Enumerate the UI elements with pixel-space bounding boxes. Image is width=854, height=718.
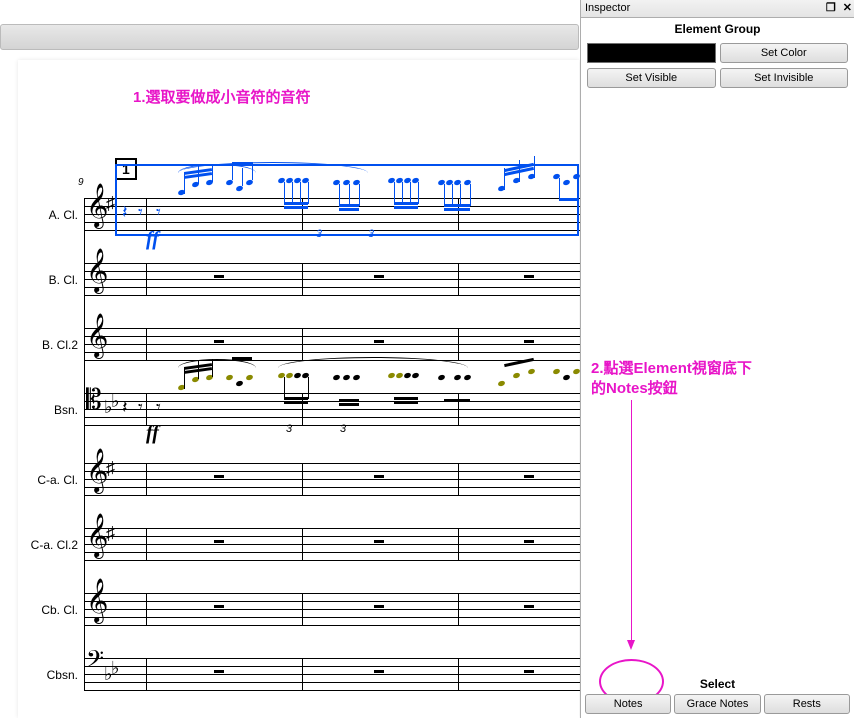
sharp-icon: ♯	[106, 523, 115, 544]
alto-clef-icon: 𝄡	[86, 387, 102, 415]
color-swatch[interactable]	[587, 43, 716, 63]
staff-cb-cl[interactable]: 𝄞	[84, 593, 597, 625]
grace-notes-button[interactable]: Grace Notes	[674, 694, 760, 714]
annotation-step2-line1: 2.點選Element視窗底下	[591, 357, 752, 378]
score-area: 9 1 A. Cl. 𝄞 ♯ 𝄽 𝄾 𝄾	[0, 0, 579, 718]
staff-ca-cl[interactable]: 𝄞 ♯	[84, 463, 597, 495]
annotation-arrow-head	[627, 640, 635, 650]
instrument-label-b-cl: B. Cl.	[23, 273, 78, 287]
instrument-label-cb-cl: Cb. Cl.	[23, 603, 78, 617]
staff-cbsn[interactable]: 𝄢 ♭ ♭	[84, 658, 597, 690]
notes-button[interactable]: Notes	[585, 694, 671, 714]
toolbar-strip	[0, 24, 579, 50]
rest-icon[interactable]: 𝄽	[122, 397, 128, 418]
barline	[146, 198, 147, 230]
close-icon[interactable]: ✕	[843, 2, 852, 14]
bass-clef-icon: 𝄢	[86, 649, 104, 677]
annotation-arrow	[631, 400, 632, 640]
rest-icon[interactable]: 𝄽	[122, 202, 128, 223]
rest-icon[interactable]: 𝄾	[138, 202, 143, 223]
inspector-panel: Inspector ❐ ✕ Element Group Set Color Se…	[580, 0, 854, 718]
dynamic-ff[interactable]: ff	[146, 422, 159, 445]
rests-button[interactable]: Rests	[764, 694, 850, 714]
set-visible-button[interactable]: Set Visible	[587, 68, 716, 88]
rest-icon[interactable]: 𝄾	[156, 202, 161, 223]
rest-icon[interactable]: 𝄾	[138, 397, 143, 418]
select-heading: Select	[581, 674, 854, 694]
rest-icon[interactable]: 𝄾	[156, 397, 161, 418]
flat-icon: ♭	[111, 391, 120, 412]
barline	[458, 198, 459, 230]
score-page[interactable]: 9 1 A. Cl. 𝄞 ♯ 𝄽 𝄾 𝄾	[18, 60, 579, 718]
tuplet-number: 3	[340, 423, 346, 435]
set-color-button[interactable]: Set Color	[720, 43, 849, 63]
treble-clef-icon: 𝄞	[86, 317, 108, 355]
staff-b-cl2[interactable]: 𝄞	[84, 328, 597, 360]
tuplet-number: 3	[316, 228, 322, 240]
instrument-label-a-cl: A. Cl.	[23, 208, 78, 222]
instrument-label-cbsn: Cbsn.	[23, 668, 78, 682]
restore-icon[interactable]: ❐	[826, 2, 836, 14]
rehearsal-mark[interactable]: 1	[115, 158, 137, 180]
instrument-label-bsn: Bsn.	[23, 403, 78, 417]
element-group-heading: Element Group	[581, 18, 854, 42]
measure-number: 9	[78, 177, 84, 188]
instrument-label-b-cl2: B. Cl.2	[23, 338, 78, 352]
treble-clef-icon: 𝄞	[86, 252, 108, 290]
annotation-step1: 1.選取要做成小音符的音符	[133, 86, 311, 107]
staff-bsn[interactable]: 𝄡 ♭ ♭ 𝄽 𝄾 𝄾	[84, 393, 597, 425]
staff-b-cl[interactable]: 𝄞	[84, 263, 597, 295]
instrument-label-ca-cl: C-a. Cl.	[23, 473, 78, 487]
sharp-icon: ♯	[106, 458, 115, 479]
instrument-label-ca-cl2: C-a. Cl.2	[23, 538, 78, 552]
inspector-title: Inspector	[585, 2, 630, 14]
annotation-step2-line2: 的Notes按鈕	[591, 377, 678, 398]
flat-icon: ♭	[111, 658, 120, 679]
sharp-icon: ♯	[106, 193, 115, 214]
system-barline	[84, 198, 85, 690]
staff-a-cl[interactable]: 𝄞 ♯ 𝄽 𝄾 𝄾	[84, 198, 597, 230]
treble-clef-icon: 𝄞	[86, 582, 108, 620]
set-invisible-button[interactable]: Set Invisible	[720, 68, 849, 88]
tuplet-number: 3	[286, 423, 292, 435]
staff-ca-cl2[interactable]: 𝄞 ♯	[84, 528, 597, 560]
tuplet-number: 3	[368, 228, 374, 240]
dynamic-ff[interactable]: ff	[146, 228, 159, 251]
inspector-titlebar[interactable]: Inspector ❐ ✕	[581, 0, 854, 18]
